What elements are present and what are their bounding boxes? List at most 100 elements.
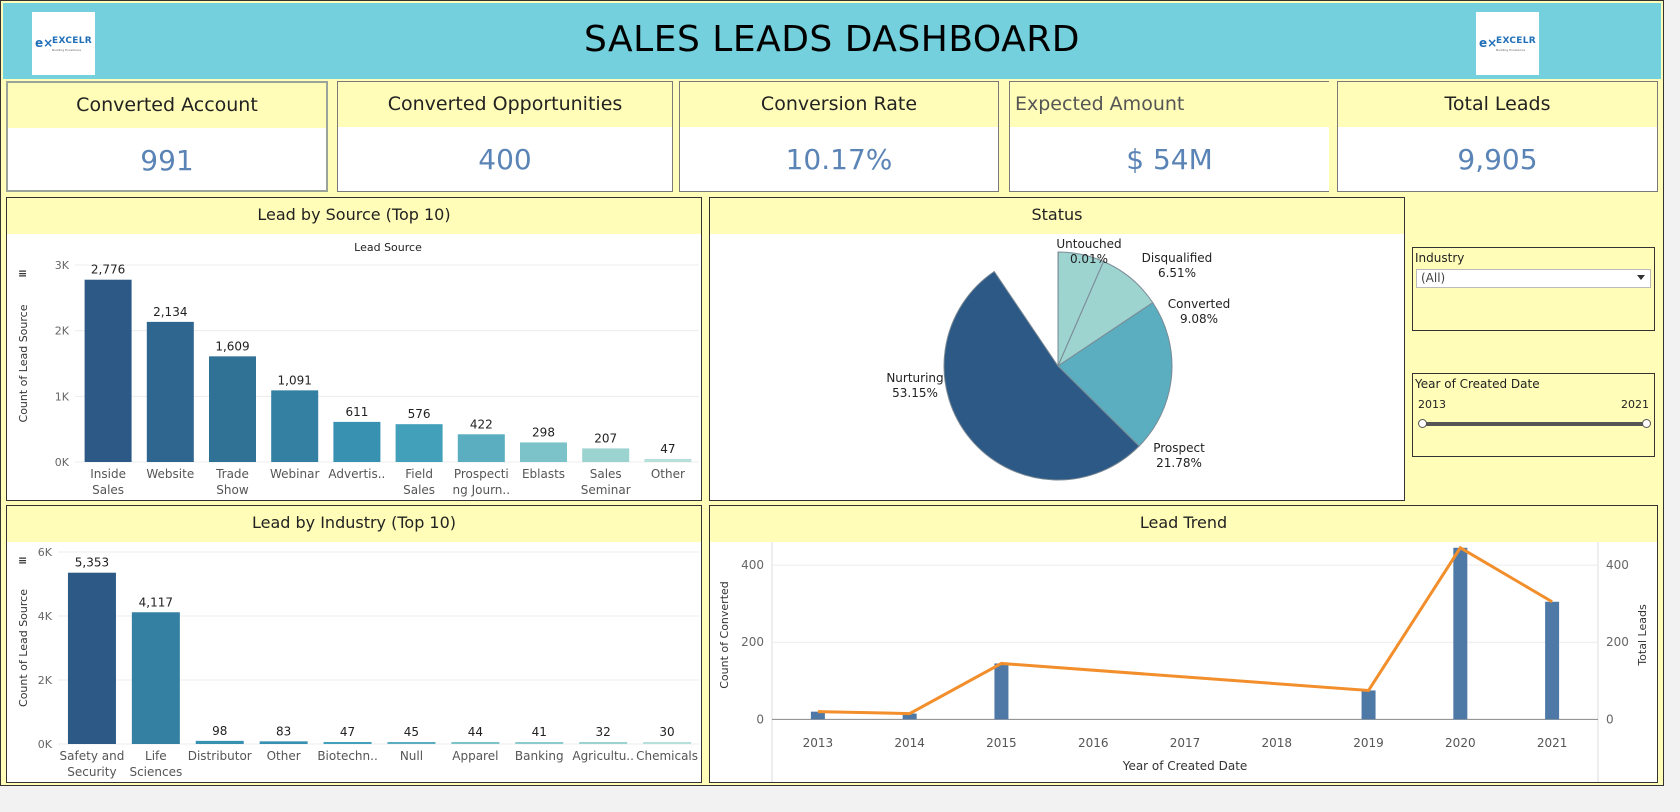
x-tick-label: Seminar (581, 483, 631, 497)
status-panel: Status Untouched 0.01% Disqualified 6.51% Co… (709, 197, 1405, 501)
kpi-expected-amount[interactable]: Expected Amount $ 54M (1009, 81, 1329, 192)
y-axis-label-right: Total Leads (1636, 604, 1649, 667)
data-label: 98 (212, 724, 227, 738)
kpi-value: $ 54M (1126, 143, 1213, 176)
bar (387, 742, 436, 744)
y-tick-label: 3K (55, 259, 70, 272)
slice-pct-label: 0.01% (1070, 252, 1108, 266)
kpi-value: 991 (140, 144, 194, 177)
industry-filter: Industry (All) (1412, 247, 1655, 331)
x-tick-label: Null (400, 749, 423, 763)
x-tick-label: Sales (403, 483, 435, 497)
y-tick-label-right: 400 (1606, 558, 1629, 572)
filter-label: Year of Created Date (1415, 377, 1540, 391)
slice-pct-label: 21.78% (1156, 456, 1202, 470)
kpi-value: 400 (478, 143, 532, 176)
slider-min-label: 2013 (1418, 398, 1446, 411)
data-label: 4,117 (139, 595, 173, 609)
y-tick-label-left: 0 (756, 712, 764, 726)
bar (84, 279, 132, 462)
y-tick-label: 4K (38, 610, 53, 623)
slider-handle-max[interactable] (1642, 419, 1651, 428)
kpi-label: Expected Amount (1010, 82, 1329, 127)
bar (1545, 601, 1560, 720)
y-tick-label: 0K (55, 456, 70, 469)
x-tick-label: Agricultu.. (572, 749, 634, 763)
data-label: 298 (532, 425, 555, 439)
bar (195, 740, 244, 744)
bar (644, 458, 692, 462)
bar (1453, 547, 1468, 720)
bar (67, 572, 116, 744)
bar (643, 742, 692, 744)
filter-label: Industry (1415, 251, 1465, 265)
slider-max-label: 2021 (1621, 398, 1649, 411)
data-label: 47 (660, 442, 675, 456)
data-label: 44 (468, 725, 483, 739)
y-tick-label: 1K (55, 390, 70, 403)
data-label: 47 (340, 725, 355, 739)
panel-title: Lead by Source (Top 10) (7, 198, 701, 234)
slice-pct-label: 9.08% (1180, 312, 1218, 326)
x-tick-label: ng Journ.. (453, 483, 510, 497)
industry-dropdown[interactable]: (All) (1416, 269, 1651, 288)
bar (457, 434, 505, 462)
year-range-slider[interactable] (1422, 422, 1647, 426)
data-label: 5,353 (75, 556, 109, 570)
data-label: 1,609 (215, 339, 249, 353)
trend-line (817, 545, 1553, 716)
bar (582, 448, 630, 462)
bar (579, 742, 628, 744)
y-tick-label: 6K (38, 546, 53, 559)
dashboard: e× EXCELR Building Excellence SALES LEAD… (0, 0, 1664, 786)
slider-handle-min[interactable] (1418, 419, 1427, 428)
x-tick-label: Trade (215, 467, 249, 481)
bar (1361, 690, 1376, 720)
bar (131, 612, 180, 744)
logo-text: EXCELR (1496, 36, 1536, 46)
bar (520, 442, 567, 462)
y-tick-label: 0K (38, 738, 53, 751)
x-tick-label: Safety and (60, 749, 125, 763)
panel-title: Status (710, 198, 1404, 234)
y-tick-label: 2K (38, 674, 53, 687)
panel-title: Lead by Industry (Top 10) (7, 506, 701, 542)
lead-by-industry-chart: 0K 2K 4K 6K 5,353 Safety and Security 4,117 Life… (17, 546, 699, 779)
x-tick-label: Website (146, 467, 194, 481)
chart-subtitle: Lead Source (354, 241, 422, 254)
x-tick-label: Inside (90, 467, 126, 481)
dashboard-title: SALES LEADS DASHBOARD (584, 19, 1080, 60)
logo-tagline: Building Excellence (1496, 48, 1526, 52)
data-label: 41 (532, 725, 547, 739)
y-axis-label: Count of Lead Source (17, 589, 30, 707)
kpi-converted-opportunities[interactable]: Converted Opportunities 400 (337, 81, 673, 192)
x-tick-label: 2021 (1537, 736, 1568, 750)
x-tick-label: Sales (92, 483, 124, 497)
chevron-down-icon (1637, 275, 1645, 280)
x-tick-label: Show (216, 483, 249, 497)
kpi-label: Total Leads (1338, 82, 1657, 127)
kpi-conversion-rate[interactable]: Conversion Rate 10.17% (679, 81, 999, 192)
y-tick-label-left: 200 (741, 635, 764, 649)
y-axis-label-left: Count of Converted (718, 581, 731, 689)
bar (323, 742, 372, 744)
x-tick-label: 2014 (894, 736, 925, 750)
kpi-total-leads[interactable]: Total Leads 9,905 (1337, 81, 1658, 192)
x-tick-label: Sciences (129, 765, 182, 779)
lead-trend-chart: 0 0 200 200 400 400 2013 2014 2015 2016 2017 2018 20… (718, 542, 1649, 782)
bar (333, 421, 381, 462)
status-pie-chart: Untouched0.01% Disqualified6.51% Converted… (886, 237, 1230, 481)
kpi-label: Conversion Rate (680, 82, 998, 127)
data-label: 45 (404, 725, 419, 739)
y-tick-label-left: 400 (741, 558, 764, 572)
y-tick-label-right: 200 (1606, 635, 1629, 649)
kpi-converted-account[interactable]: Converted Account 991 (6, 81, 328, 192)
slice-name-label: Prospect (1153, 441, 1205, 455)
data-label: 30 (659, 725, 674, 739)
x-tick-label: 2017 (1170, 736, 1201, 750)
lead-by-industry-panel: Lead by Industry (Top 10) 0K 2K 4K 6K 5,353 S… (6, 505, 702, 783)
header-banner: e× EXCELR Building Excellence SALES LEAD… (3, 3, 1661, 79)
x-tick-label: Field (405, 467, 433, 481)
sort-icon: ≡ (18, 554, 27, 567)
excelr-logo-right: e× EXCELR Building Excellence (1476, 12, 1539, 75)
